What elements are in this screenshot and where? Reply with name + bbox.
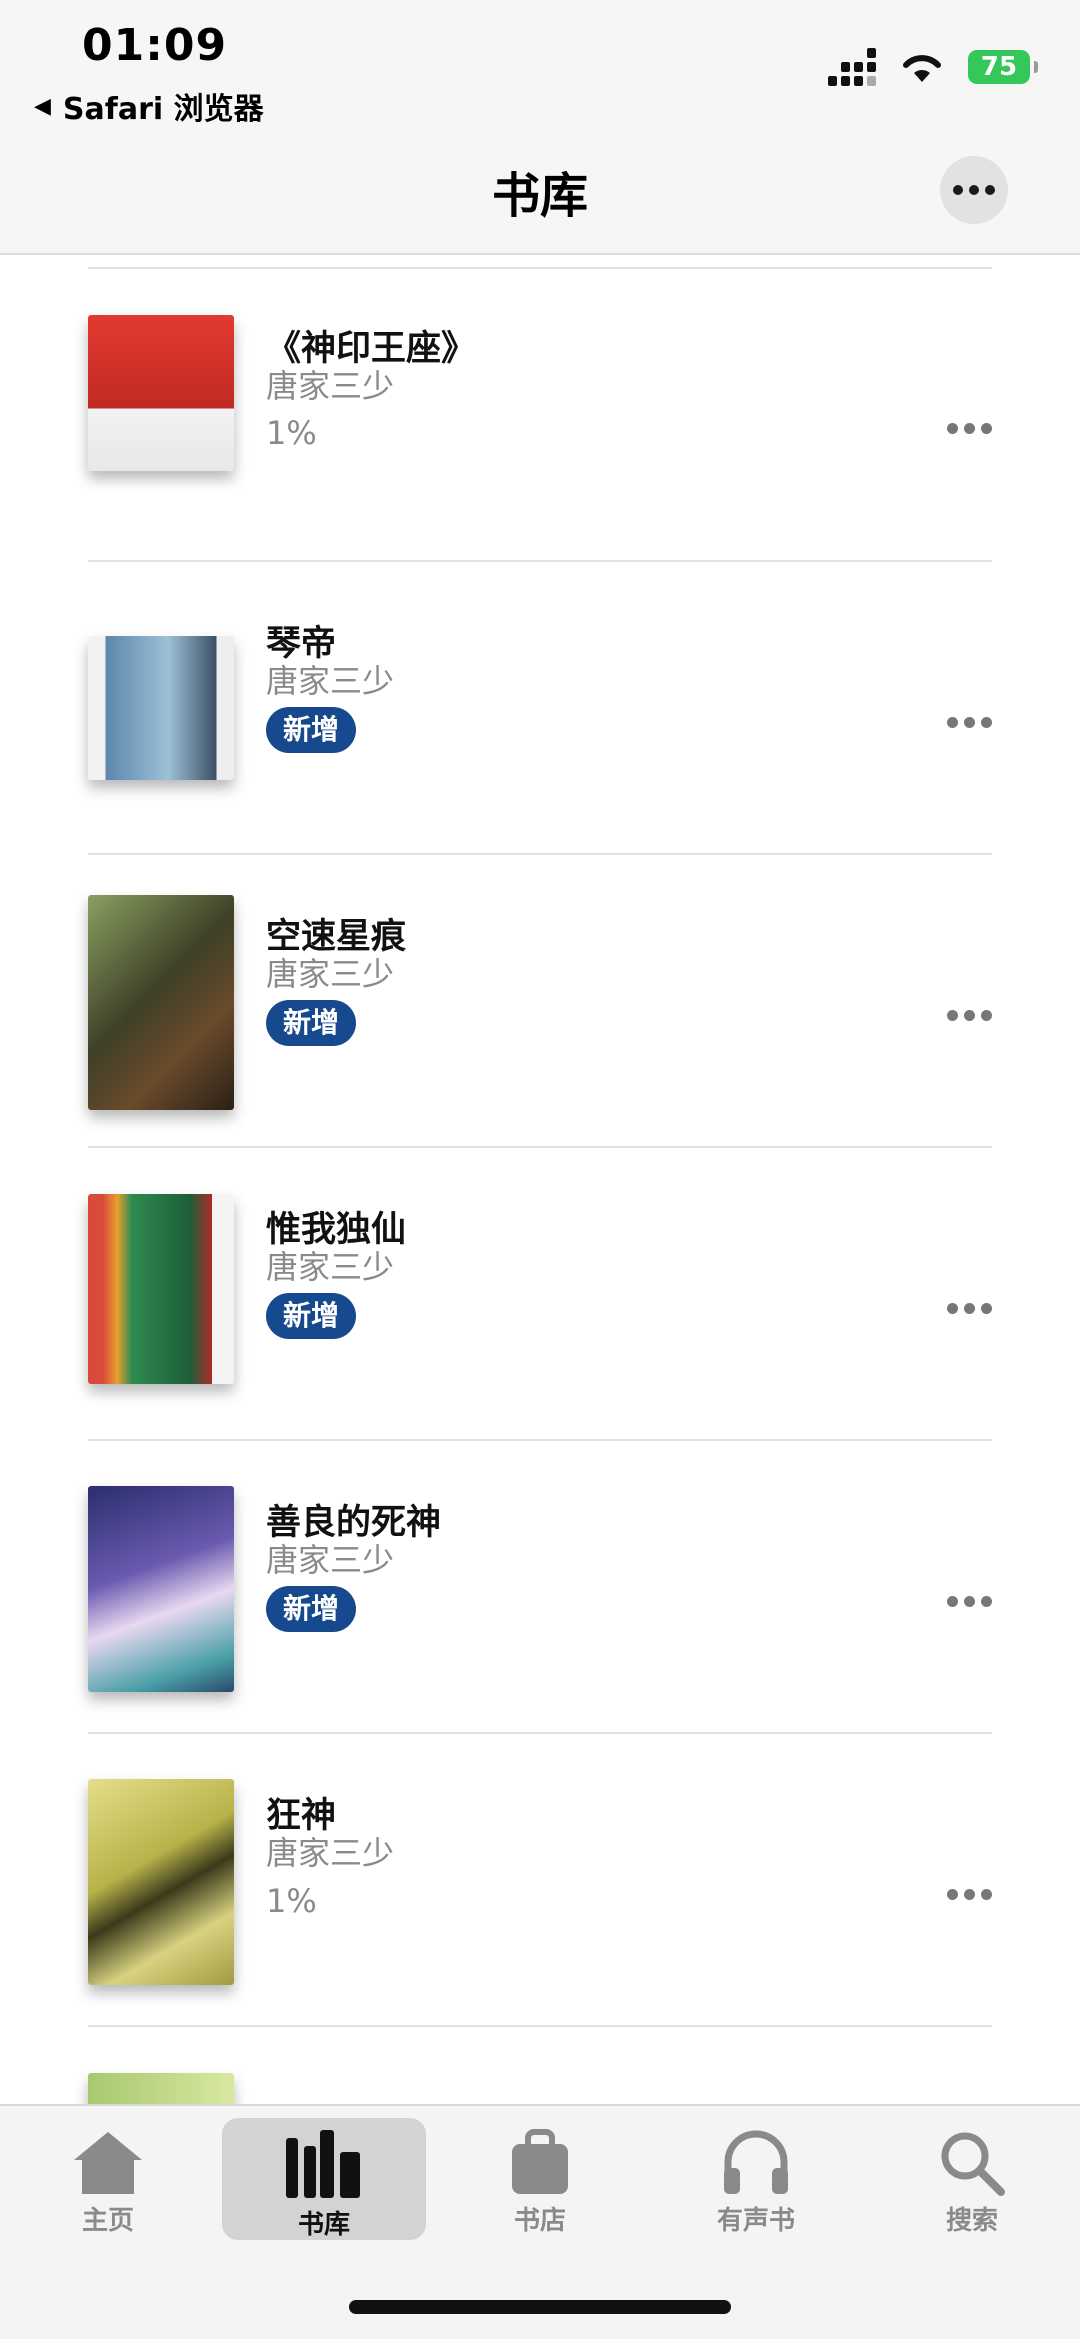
book-more-button[interactable]: [947, 1303, 992, 1314]
book-more-button[interactable]: [947, 717, 992, 728]
headphones-icon: [724, 2130, 788, 2194]
book-row[interactable]: 空速星痕 唐家三少 新增: [0, 853, 1080, 1146]
book-author: 唐家三少: [266, 1834, 395, 1872]
book-more-button[interactable]: [947, 1010, 992, 1021]
book-row[interactable]: 琴帝 唐家三少 新增: [0, 560, 1080, 853]
tab-search[interactable]: 搜索: [870, 2118, 1074, 2240]
status-time: 01:09: [82, 20, 228, 71]
new-badge: 新增: [266, 1293, 357, 1339]
store-bag-icon: [512, 2129, 568, 2194]
top-bar: 01:09 ◀ Safari 浏览器 75 书库: [0, 0, 1080, 255]
book-author: 唐家三少: [266, 1541, 395, 1579]
tab-label: 搜索: [945, 2206, 998, 2236]
tab-label: 书店: [513, 2206, 566, 2236]
book-cover-image: [88, 1486, 234, 1692]
book-author: 唐家三少: [266, 662, 395, 700]
wifi-icon: [903, 55, 941, 82]
new-badge: 新增: [266, 707, 357, 753]
tab-audiobooks[interactable]: 有声书: [654, 2118, 858, 2240]
book-more-button[interactable]: [947, 1889, 992, 1900]
book-progress: 1%: [266, 414, 317, 452]
book-more-button[interactable]: [947, 423, 992, 434]
divider: [88, 2025, 992, 2027]
tab-label: 有声书: [716, 2206, 795, 2236]
new-badge: 新增: [266, 1000, 357, 1046]
new-badge: 新增: [266, 1586, 357, 1632]
tab-library[interactable]: 书库: [222, 2118, 426, 2240]
more-options-button[interactable]: [940, 156, 1008, 224]
book-author: 唐家三少: [266, 367, 395, 405]
search-icon: [941, 2132, 1005, 2196]
book-author: 唐家三少: [266, 1248, 395, 1286]
page-title: 书库: [491, 168, 588, 224]
tab-label: 书库: [297, 2210, 350, 2240]
book-cover-image: [88, 315, 234, 471]
battery-icon: 75: [968, 50, 1038, 84]
book-progress: 1%: [266, 1882, 317, 1920]
book-row[interactable]: 狂神 唐家三少 1%: [0, 1732, 1080, 2025]
book-row[interactable]: 善良的死神 唐家三少 新增: [0, 1439, 1080, 1732]
book-more-button[interactable]: [947, 1596, 992, 1607]
book-author: 唐家三少: [266, 955, 395, 993]
cellular-signal-icon: [828, 48, 876, 86]
book-row[interactable]: 惟我独仙 唐家三少 新增: [0, 1146, 1080, 1439]
library-icon: [286, 2130, 360, 2198]
tab-home[interactable]: 主页: [6, 2118, 210, 2240]
status-icons: 75: [828, 48, 1038, 86]
book-cover-image: [88, 1194, 234, 1384]
back-to-app-link[interactable]: ◀ Safari 浏览器: [34, 84, 264, 128]
tab-label: 主页: [81, 2206, 134, 2236]
book-row[interactable]: 《神印王座》 唐家三少 1%: [0, 267, 1080, 560]
tab-store[interactable]: 书店: [438, 2118, 642, 2240]
back-app-label: Safari 浏览器: [62, 92, 264, 127]
back-triangle-icon: ◀: [34, 93, 51, 119]
home-indicator[interactable]: [349, 2300, 731, 2314]
book-cover-image: [88, 895, 234, 1110]
book-cover-image: [88, 636, 234, 780]
book-cover-image: [88, 1779, 234, 1985]
home-icon: [74, 2132, 142, 2194]
battery-level: 75: [980, 52, 1018, 82]
